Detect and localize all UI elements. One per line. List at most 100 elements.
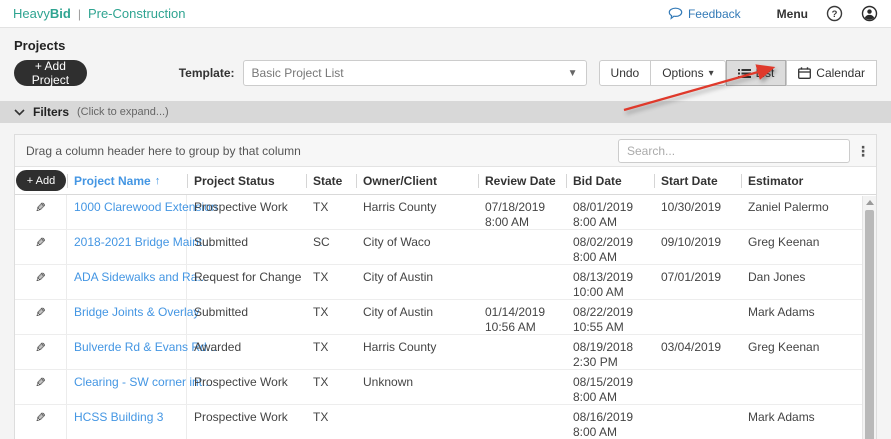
table-row[interactable]: ✎ Clearing - SW corner int... Prospectiv… <box>15 370 876 405</box>
edit-pencil-icon[interactable]: ✎ <box>35 235 46 250</box>
bid-time-value: 8:00 AM <box>573 425 618 439</box>
owner-client-cell: Unknown <box>363 375 414 389</box>
bid-date-value: 08/16/2019 <box>573 410 634 424</box>
review-date-cell: 01/14/2019 10:56 AM <box>478 300 566 334</box>
project-name-link[interactable]: HCSS Building 3 <box>74 410 163 424</box>
bid-date-cell: 08/01/2019 8:00 AM <box>566 195 654 229</box>
list-view-label: List <box>755 66 775 80</box>
vertical-scrollbar[interactable] <box>862 196 876 439</box>
account-button[interactable] <box>861 5 878 22</box>
edit-pencil-icon[interactable]: ✎ <box>35 410 46 425</box>
bid-time-value: 8:00 AM <box>573 215 618 229</box>
search-input[interactable] <box>618 138 850 163</box>
menu-button[interactable]: Menu <box>777 7 808 21</box>
list-view-button[interactable]: List <box>725 60 787 86</box>
edit-cell: ✎ <box>15 300 67 334</box>
edit-pencil-icon[interactable]: ✎ <box>35 340 46 355</box>
table-row[interactable]: ✎ 2018-2021 Bridge Maint... Submitted SC… <box>15 230 876 265</box>
edit-cell: ✎ <box>15 265 67 299</box>
column-header-review-date[interactable]: Review Date <box>478 167 566 194</box>
scroll-up-arrow-icon[interactable] <box>863 196 876 209</box>
state-cell: TX <box>313 410 329 424</box>
column-header-start-date[interactable]: Start Date <box>654 167 741 194</box>
speech-bubble-icon <box>668 7 683 20</box>
view-toggle: List Calendar <box>725 60 877 86</box>
edit-pencil-icon[interactable]: ✎ <box>35 305 46 320</box>
edit-pencil-icon[interactable]: ✎ <box>35 375 46 390</box>
review-date-cell <box>478 230 566 264</box>
template-selected-value: Basic Project List <box>251 66 344 80</box>
template-select[interactable]: Basic Project List ▼ <box>242 60 587 86</box>
owner-client-cell: City of Waco <box>363 235 431 249</box>
project-name-cell: ADA Sidewalks and Ra... <box>67 265 207 299</box>
group-by-band[interactable]: Drag a column header here to group by th… <box>15 135 876 167</box>
toolbar: + Add Project Template: Basic Project Li… <box>14 59 877 87</box>
project-name-cell: Clearing - SW corner int... <box>67 370 212 404</box>
start-date-cell: 10/30/2019 <box>661 200 722 214</box>
bid-date-cell: 08/15/2019 8:00 AM <box>566 370 654 404</box>
review-date-value: 01/14/2019 <box>485 305 546 319</box>
bid-time-value: 10:00 AM <box>573 285 624 299</box>
undo-button[interactable]: Undo <box>598 60 652 86</box>
template-label: Template: <box>178 66 235 80</box>
table-row[interactable]: ✎ ADA Sidewalks and Ra... Request for Ch… <box>15 265 876 300</box>
column-header-project-name[interactable]: Project Name ↑ <box>67 167 187 194</box>
bid-time-value: 8:00 AM <box>573 390 618 404</box>
bid-time-value: 10:55 AM <box>573 320 624 334</box>
edit-pencil-icon[interactable]: ✎ <box>35 200 46 215</box>
project-name-cell: Bulverde Rd & Evans Rd... <box>67 335 217 369</box>
table-body: ✎ 1000 Clarewood Extension Prospective W… <box>15 195 876 439</box>
table-row[interactable]: ✎ HCSS Building 3 Prospective Work TX 08… <box>15 405 876 439</box>
estimator-cell: Zaniel Palermo <box>748 200 829 214</box>
project-status-cell: Awarded <box>194 340 242 354</box>
owner-client-cell: City of Austin <box>363 305 434 319</box>
column-header-project-status[interactable]: Project Status <box>187 167 306 194</box>
help-button[interactable]: ? <box>826 5 843 22</box>
group-by-hint: Drag a column header here to group by th… <box>26 143 301 158</box>
column-header-owner-client[interactable]: Owner/Client <box>356 167 478 194</box>
feedback-label: Feedback <box>687 6 741 21</box>
state-cell: TX <box>313 200 329 214</box>
filters-expander[interactable]: Filters (Click to expand...) <box>0 101 891 123</box>
feedback-button[interactable]: Feedback <box>668 7 741 21</box>
add-project-button[interactable]: + Add Project <box>14 59 87 87</box>
table-row[interactable]: ✎ Bridge Joints & Overlay Submitted TX C… <box>15 300 876 335</box>
edit-pencil-icon[interactable]: ✎ <box>35 270 46 285</box>
bid-date-value: 08/19/2018 <box>573 340 634 354</box>
review-date-cell <box>478 335 566 369</box>
add-row-button[interactable]: + Add <box>15 170 67 191</box>
project-status-cell: Prospective Work <box>194 200 288 214</box>
calendar-view-button[interactable]: Calendar <box>786 60 877 86</box>
state-cell: TX <box>313 340 329 354</box>
app-name: Pre-Construction <box>87 6 186 21</box>
project-name-link[interactable]: Bridge Joints & Overlay <box>74 305 199 319</box>
review-time-value: 10:56 AM <box>485 320 536 334</box>
brand-secondary: Bid <box>49 6 71 21</box>
brand-primary: Heavy <box>13 6 50 21</box>
table-row[interactable]: ✎ Bulverde Rd & Evans Rd... Awarded TX H… <box>15 335 876 370</box>
estimator-cell: Mark Adams <box>748 410 815 424</box>
edit-cell: ✎ <box>15 230 67 264</box>
table-row[interactable]: ✎ 1000 Clarewood Extension Prospective W… <box>15 195 876 230</box>
start-date-cell <box>654 300 741 334</box>
page-title: Projects <box>14 38 66 53</box>
state-cell: SC <box>313 235 330 249</box>
brand-logo[interactable]: HeavyBid <box>13 6 71 21</box>
review-date-cell <box>478 370 566 404</box>
project-status-cell: Submitted <box>194 235 249 249</box>
column-chooser-kebab-icon[interactable]: ⋮ <box>850 139 876 163</box>
column-header-label: Project Name <box>74 173 151 188</box>
column-header-bid-date[interactable]: Bid Date <box>566 167 654 194</box>
state-cell: TX <box>313 270 329 284</box>
scrollbar-thumb[interactable] <box>865 210 874 439</box>
estimator-cell: Greg Keenan <box>748 340 820 354</box>
column-header-estimator[interactable]: Estimator <box>741 167 862 194</box>
edit-cell: ✎ <box>15 195 67 229</box>
options-button[interactable]: Options ▾ <box>650 60 726 86</box>
project-name-cell: HCSS Building 3 <box>67 405 187 439</box>
start-date-cell <box>654 405 741 439</box>
edit-cell: ✎ <box>15 405 67 439</box>
review-date-cell <box>478 265 566 299</box>
column-header-state[interactable]: State <box>306 167 356 194</box>
estimator-cell <box>741 370 862 404</box>
